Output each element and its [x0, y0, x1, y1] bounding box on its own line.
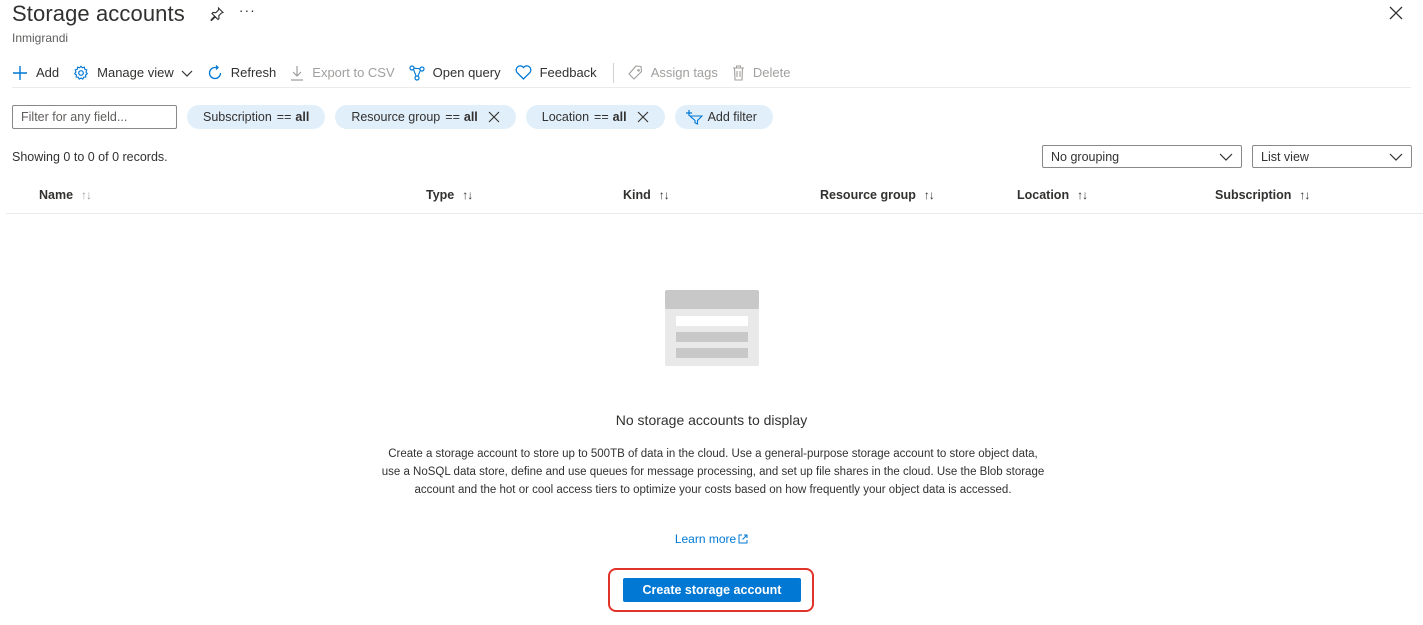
- column-header-resource-group[interactable]: Resource group ↑↓: [820, 188, 935, 202]
- add-button-label: Add: [36, 65, 60, 80]
- filter-pill-field: Subscription: [203, 110, 272, 124]
- filter-pill-operator: ==: [445, 110, 460, 124]
- feedback-label: Feedback: [539, 65, 597, 80]
- view-dropdown[interactable]: List view: [1252, 145, 1412, 168]
- sort-icon: ↑↓: [81, 188, 92, 202]
- sort-icon: ↑↓: [1077, 188, 1088, 202]
- refresh-icon: [208, 64, 221, 79]
- filter-pill-resource-group[interactable]: Resource group == all: [335, 105, 516, 129]
- filter-pill-value: all: [295, 110, 310, 124]
- chevron-down-icon: [181, 70, 193, 77]
- delete-label: Delete: [752, 65, 791, 80]
- records-count: Showing 0 to 0 of 0 records.: [12, 150, 168, 164]
- add-filter-button[interactable]: Add filter: [674, 105, 773, 129]
- tag-icon: [627, 64, 642, 80]
- filter-pill-subscription[interactable]: Subscription == all: [187, 105, 326, 129]
- filter-pill-operator: ==: [276, 110, 292, 124]
- filter-pill-location[interactable]: Location == all: [525, 105, 665, 129]
- grouping-dropdown[interactable]: No grouping: [1042, 145, 1242, 168]
- chevron-down-icon: [1219, 153, 1233, 161]
- empty-state-description: Create a storage account to store up to …: [381, 448, 1045, 496]
- page-title: Storage accounts: [12, 1, 185, 26]
- assign-tags-label: Assign tags: [650, 65, 718, 80]
- plus-icon: [13, 65, 27, 80]
- add-filter-label: Add filter: [707, 110, 757, 124]
- manage-view-label: Manage view: [97, 65, 174, 80]
- refresh-button[interactable]: Refresh: [207, 59, 277, 87]
- refresh-label: Refresh: [230, 65, 277, 80]
- sort-icon: ↑↓: [462, 188, 473, 202]
- query-icon: [409, 64, 425, 81]
- add-button[interactable]: Add: [12, 59, 59, 87]
- gear-icon: [74, 64, 89, 80]
- pin-icon[interactable]: [209, 6, 225, 22]
- empty-list-illustration: [665, 290, 759, 366]
- external-link-icon: [738, 534, 748, 544]
- column-header-type[interactable]: Type ↑↓: [426, 188, 473, 202]
- learn-more-link[interactable]: Learn more: [675, 532, 748, 546]
- filter-input[interactable]: [12, 105, 177, 129]
- column-label: Kind: [623, 188, 651, 202]
- open-query-button[interactable]: Open query: [409, 59, 501, 87]
- add-filter-icon: [685, 110, 703, 125]
- export-csv-label: Export to CSV: [312, 65, 395, 80]
- filter-pill-field: Location: [541, 110, 590, 124]
- create-storage-account-button[interactable]: Create storage account: [623, 578, 801, 602]
- assign-tags-button[interactable]: Assign tags: [627, 59, 718, 87]
- remove-filter-icon[interactable]: [488, 111, 500, 123]
- page-subtitle: Inmigrandi: [12, 31, 69, 45]
- sort-icon: ↑↓: [1299, 188, 1310, 202]
- grouping-selected: No grouping: [1051, 149, 1120, 164]
- learn-more-link-container: Learn more: [0, 532, 1423, 546]
- learn-more-label: Learn more: [674, 532, 737, 546]
- column-label: Location: [1017, 188, 1070, 202]
- download-icon: [291, 65, 304, 81]
- sort-icon: ↑↓: [658, 188, 670, 202]
- column-header-kind[interactable]: Kind ↑↓: [623, 188, 670, 202]
- table-header: Name ↑↓ Type ↑↓ Kind ↑↓ Resource group ↑…: [6, 180, 1423, 214]
- close-icon[interactable]: [1389, 6, 1403, 20]
- remove-filter-icon[interactable]: [637, 111, 649, 123]
- export-csv-button[interactable]: Export to CSV: [290, 59, 395, 87]
- filter-bar: Subscription == all Resource group == al…: [12, 105, 773, 129]
- open-query-label: Open query: [432, 65, 501, 80]
- column-label: Type: [426, 188, 455, 202]
- trash-icon: [732, 64, 744, 81]
- page-header: Storage accounts ··· Inmigrandi: [12, 0, 256, 45]
- command-bar: Add Manage view Refresh Export to CSV Op…: [12, 58, 1411, 88]
- column-header-name[interactable]: Name ↑↓: [39, 188, 92, 202]
- filter-pill-value: all: [463, 110, 478, 124]
- toolbar-divider: [612, 62, 614, 83]
- manage-view-button[interactable]: Manage view: [73, 59, 193, 87]
- more-options-icon[interactable]: ···: [239, 3, 256, 17]
- delete-button[interactable]: Delete: [732, 59, 791, 87]
- filter-pill-operator: ==: [594, 110, 609, 124]
- empty-state-title: No storage accounts to display: [615, 412, 808, 428]
- column-label: Subscription: [1215, 188, 1292, 202]
- sort-icon: ↑↓: [923, 188, 935, 202]
- view-selected: List view: [1261, 149, 1309, 164]
- filter-pill-field: Resource group: [351, 110, 441, 124]
- column-header-subscription[interactable]: Subscription ↑↓: [1215, 188, 1310, 202]
- column-header-location[interactable]: Location ↑↓: [1017, 188, 1088, 202]
- column-label: Name: [39, 188, 74, 202]
- filter-pill-value: all: [612, 110, 627, 124]
- column-label: Resource group: [820, 188, 916, 202]
- chevron-down-icon: [1389, 153, 1403, 161]
- heart-icon: [515, 65, 532, 80]
- feedback-button[interactable]: Feedback: [515, 59, 597, 87]
